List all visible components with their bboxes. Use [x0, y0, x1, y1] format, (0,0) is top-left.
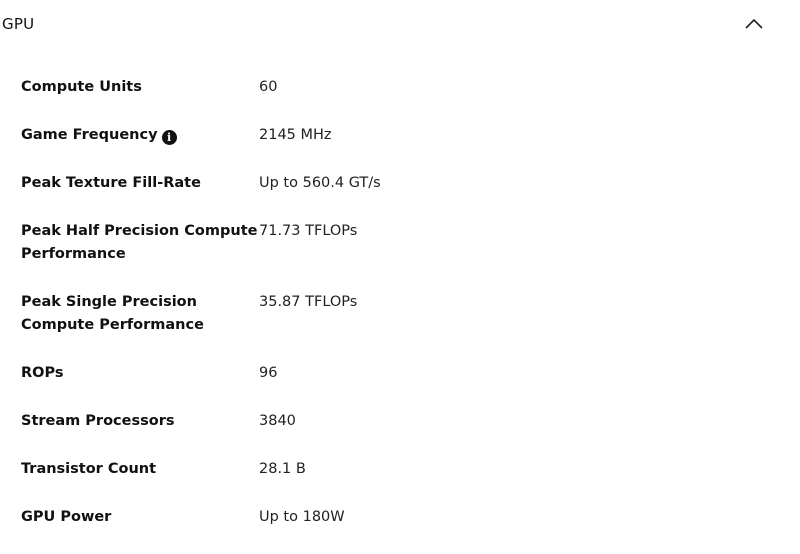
spec-row-peak-half-precision: Peak Half Precision Compute Performance … — [21, 220, 781, 266]
info-icon[interactable]: i — [161, 130, 177, 145]
spec-value: 2145 MHz — [259, 127, 332, 143]
spec-row-gpu-power: GPU Power Up to 180W — [21, 506, 781, 529]
spec-value: Up to 560.4 GT/s — [259, 175, 381, 191]
spec-label: Compute Units — [21, 79, 142, 95]
spec-list: Compute Units 60 Game Frequency i 2145 MH… — [21, 76, 781, 554]
spec-value: 28.1 B — [259, 461, 306, 477]
spec-row-peak-texture-fill-rate: Peak Texture Fill-Rate Up to 560.4 GT/s — [21, 172, 781, 195]
spec-value: 3840 — [259, 413, 296, 429]
spec-row-peak-single-precision: Peak Single Precision Compute Performanc… — [21, 291, 781, 337]
spec-row-compute-units: Compute Units 60 — [21, 76, 781, 99]
spec-label: ROPs — [21, 365, 64, 381]
section-title: GPU — [2, 15, 35, 33]
gpu-section-header[interactable]: GPU — [0, 0, 800, 52]
spec-label: Peak Half Precision Compute Performance — [21, 223, 258, 262]
spec-label: GPU Power — [21, 509, 112, 525]
spec-label: Peak Texture Fill-Rate — [21, 175, 201, 191]
spec-row-rops: ROPs 96 — [21, 362, 781, 385]
spec-value: 60 — [259, 79, 278, 95]
spec-row-transistor-count: Transistor Count 28.1 B — [21, 458, 781, 481]
chevron-up-icon[interactable] — [744, 16, 764, 30]
spec-label-wrap: Game Frequency i — [21, 124, 259, 147]
spec-value: 35.87 TFLOPs — [259, 294, 358, 310]
spec-value: 96 — [259, 365, 278, 381]
spec-label: Game Frequency — [21, 127, 158, 143]
spec-row-game-frequency: Game Frequency i 2145 MHz — [21, 124, 781, 147]
spec-row-stream-processors: Stream Processors 3840 — [21, 410, 781, 433]
spec-value: 71.73 TFLOPs — [259, 223, 358, 239]
spec-label: Transistor Count — [21, 461, 157, 477]
spec-value: Up to 180W — [259, 509, 345, 525]
spec-label: Stream Processors — [21, 413, 175, 429]
spec-label: Peak Single Precision Compute Performanc… — [21, 294, 204, 333]
